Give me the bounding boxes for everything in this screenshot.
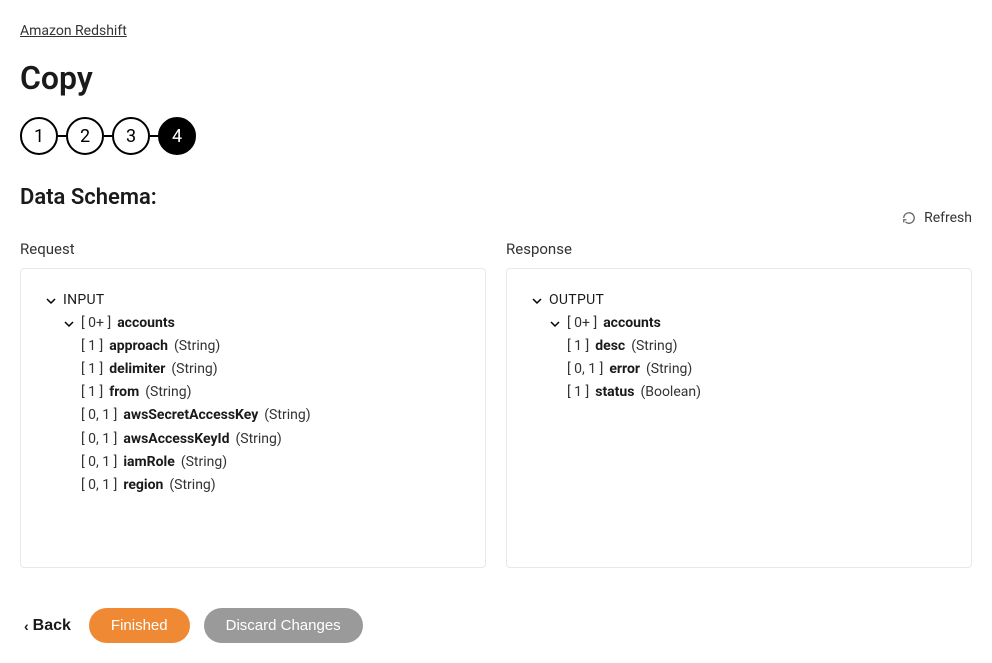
chevron-down-icon[interactable] — [531, 296, 543, 306]
field-type: (String) — [174, 335, 220, 358]
response-label: Response — [506, 240, 972, 258]
tree-root-label: INPUT — [63, 289, 105, 312]
field-name: delimiter — [109, 358, 165, 381]
field-type: (String) — [646, 358, 692, 381]
field-type: (String) — [171, 358, 217, 381]
footer-bar: ‹ Back Finished Discard Changes — [20, 608, 972, 643]
stepper: 1 2 3 4 — [20, 117, 972, 155]
field-name: error — [609, 358, 640, 381]
response-column: Response OUTPUT [ 0+ ] accounts — [506, 240, 972, 568]
tree-field: [ 1 ] delimiter (String) — [81, 358, 461, 381]
cardinality: [ 0, 1 ] — [81, 404, 117, 427]
cardinality: [ 1 ] — [81, 358, 103, 381]
field-name: accounts — [117, 312, 175, 335]
tree-root-input[interactable]: INPUT — [45, 289, 461, 312]
page-title: Copy — [20, 59, 972, 97]
field-type: (String) — [235, 428, 281, 451]
request-column: Request INPUT [ 0+ ] accounts — [20, 240, 486, 568]
refresh-icon — [902, 211, 916, 225]
tree-field: [ 0, 1 ] region (String) — [81, 474, 461, 497]
tree-root-output[interactable]: OUTPUT — [531, 289, 947, 312]
tree-group-accounts[interactable]: [ 0+ ] accounts — [63, 312, 461, 335]
step-1[interactable]: 1 — [20, 117, 58, 155]
finished-button[interactable]: Finished — [89, 608, 190, 643]
tree-field: [ 1 ] status (Boolean) — [567, 381, 947, 404]
response-panel: OUTPUT [ 0+ ] accounts [ 1 ] desc (Strin… — [506, 268, 972, 568]
field-type: (String) — [181, 451, 227, 474]
tree-field: [ 1 ] approach (String) — [81, 335, 461, 358]
field-name: region — [123, 474, 163, 497]
cardinality: [ 1 ] — [81, 335, 103, 358]
back-button[interactable]: ‹ Back — [20, 611, 75, 641]
field-name: awsAccessKeyId — [123, 428, 229, 451]
section-heading: Data Schema: — [20, 185, 972, 210]
discard-changes-button[interactable]: Discard Changes — [204, 608, 363, 643]
step-4[interactable]: 4 — [158, 117, 196, 155]
step-line — [150, 135, 158, 137]
refresh-label: Refresh — [924, 210, 972, 226]
tree-field: [ 1 ] from (String) — [81, 381, 461, 404]
tree-group-accounts[interactable]: [ 0+ ] accounts — [549, 312, 947, 335]
tree-root-label: OUTPUT — [549, 289, 604, 312]
cardinality: [ 0, 1 ] — [81, 474, 117, 497]
tree-field: [ 0, 1 ] awsSecretAccessKey (String) — [81, 404, 461, 427]
cardinality: [ 1 ] — [81, 381, 103, 404]
refresh-button[interactable]: Refresh — [902, 210, 972, 226]
field-type: (String) — [264, 404, 310, 427]
field-name: desc — [595, 335, 625, 358]
tree-field: [ 0, 1 ] error (String) — [567, 358, 947, 381]
request-panel: INPUT [ 0+ ] accounts [ 1 ] approach (St… — [20, 268, 486, 568]
step-line — [58, 135, 66, 137]
step-line — [104, 135, 112, 137]
field-type: (String) — [145, 381, 191, 404]
cardinality: [ 0+ ] — [567, 312, 597, 335]
cardinality: [ 0, 1 ] — [567, 358, 603, 381]
cardinality: [ 1 ] — [567, 335, 589, 358]
field-type: (String) — [631, 335, 677, 358]
field-name: status — [595, 381, 634, 404]
back-label: Back — [33, 617, 71, 635]
breadcrumb[interactable]: Amazon Redshift — [20, 23, 127, 39]
field-name: approach — [109, 335, 168, 358]
tree-field: [ 1 ] desc (String) — [567, 335, 947, 358]
cardinality: [ 0, 1 ] — [81, 451, 117, 474]
chevron-down-icon[interactable] — [549, 319, 561, 329]
field-type: (String) — [169, 474, 215, 497]
field-type: (Boolean) — [640, 381, 701, 404]
cardinality: [ 0, 1 ] — [81, 428, 117, 451]
chevron-down-icon[interactable] — [63, 319, 75, 329]
cardinality: [ 1 ] — [567, 381, 589, 404]
cardinality: [ 0+ ] — [81, 312, 111, 335]
field-name: from — [109, 381, 139, 404]
step-3[interactable]: 3 — [112, 117, 150, 155]
tree-field: [ 0, 1 ] iamRole (String) — [81, 451, 461, 474]
step-2[interactable]: 2 — [66, 117, 104, 155]
field-name: awsSecretAccessKey — [123, 404, 258, 427]
chevron-down-icon[interactable] — [45, 296, 57, 306]
request-label: Request — [20, 240, 486, 258]
field-name: accounts — [603, 312, 661, 335]
tree-field: [ 0, 1 ] awsAccessKeyId (String) — [81, 428, 461, 451]
chevron-left-icon: ‹ — [24, 618, 29, 634]
field-name: iamRole — [123, 451, 174, 474]
